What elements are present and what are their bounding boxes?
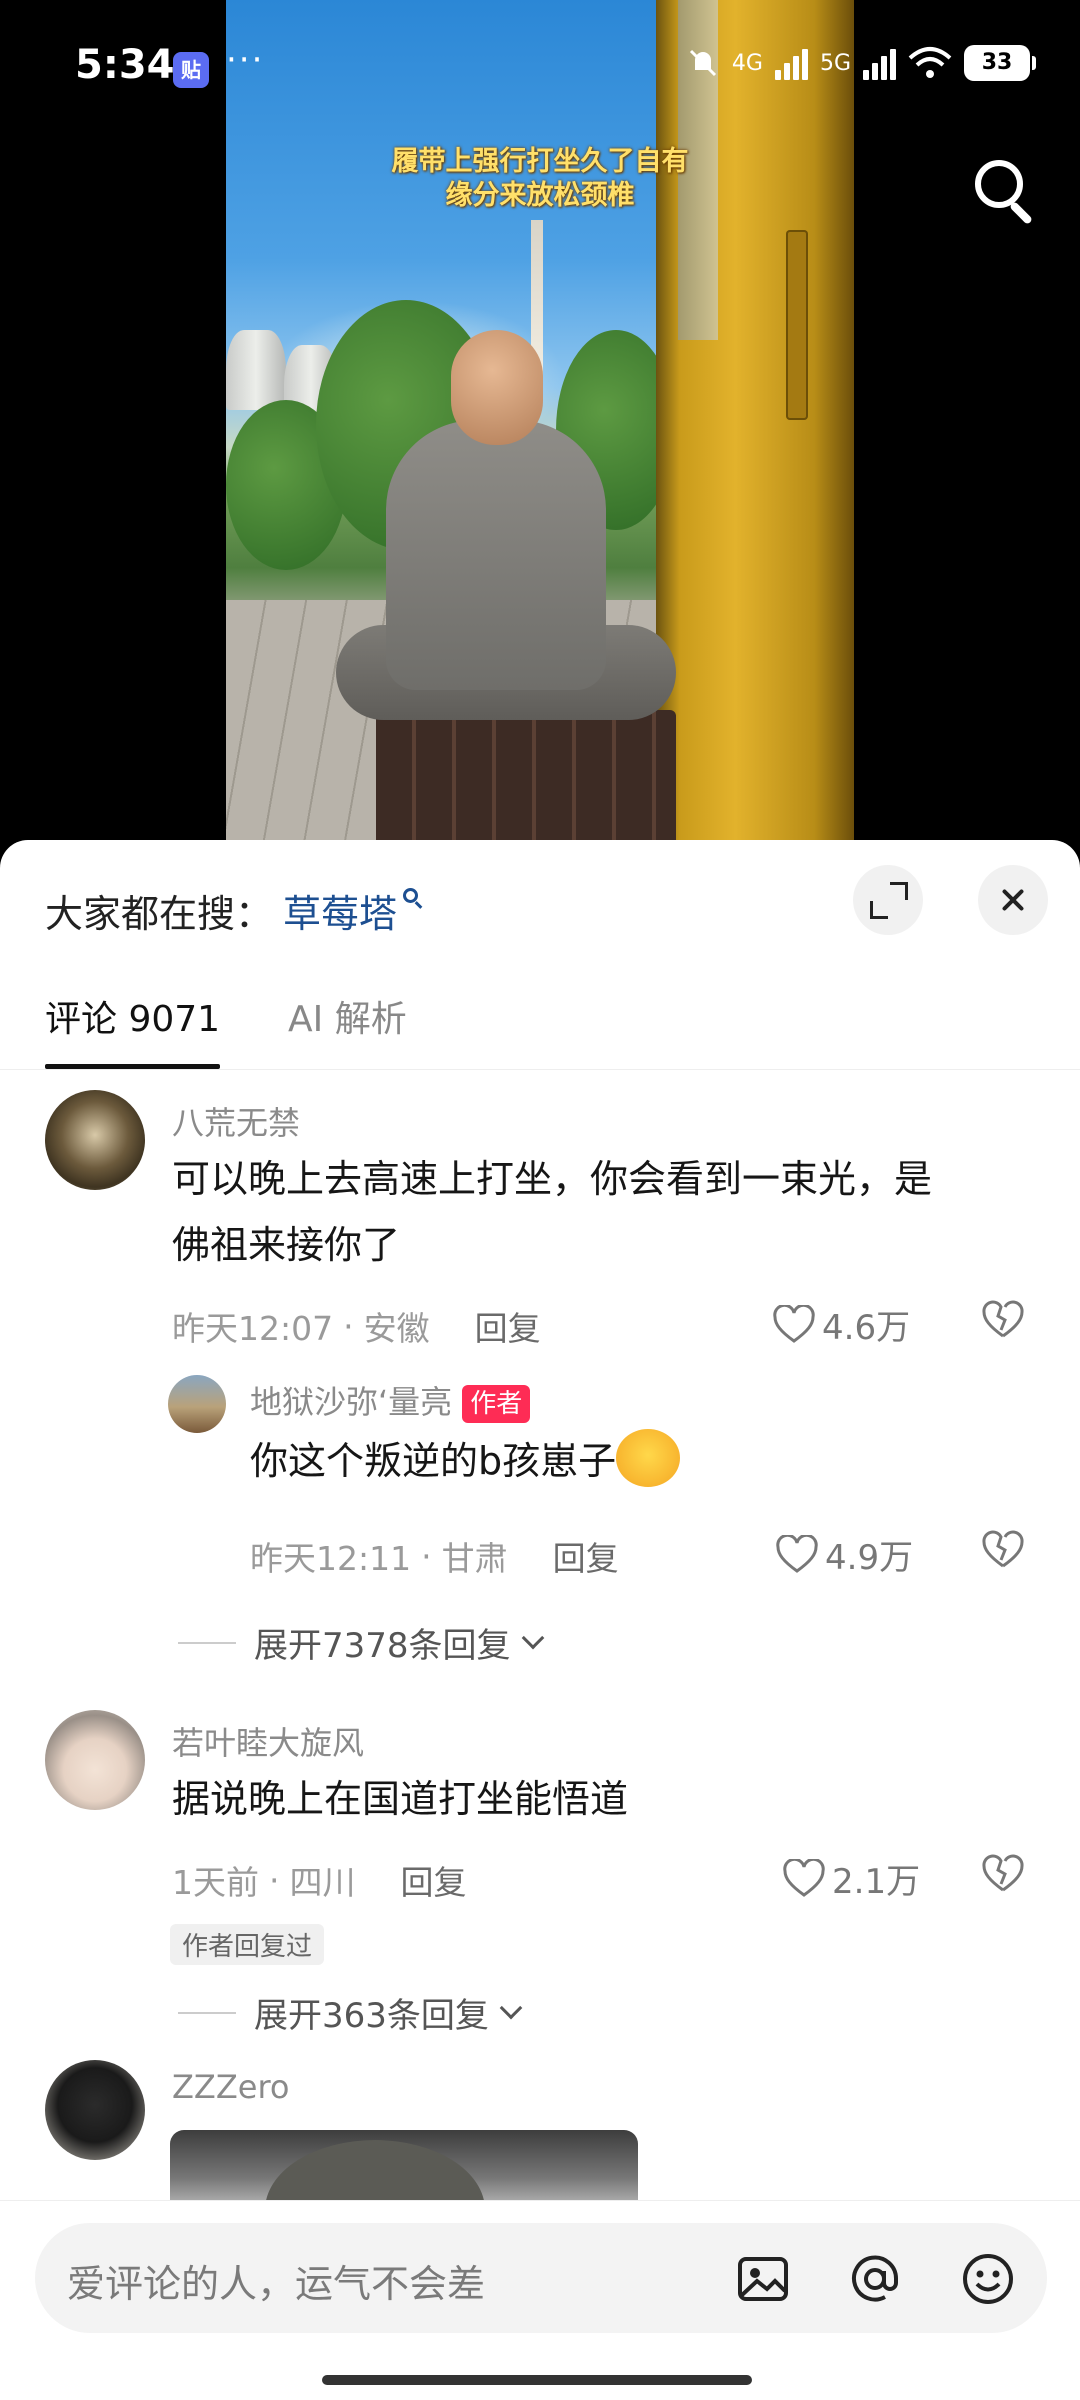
comment-username[interactable]: ZZZero xyxy=(172,2068,289,2106)
comment-text[interactable]: 据说晚上在国道打坐能悟道 xyxy=(172,1766,628,1832)
more-notifications-icon: ··· xyxy=(226,40,265,80)
tab-comments[interactable]: 评论 9071 xyxy=(45,990,220,1042)
signal-1-icon xyxy=(774,46,808,80)
reply-username[interactable]: 地狱沙弥‘量亮 作者 xyxy=(250,1377,531,1423)
like-count: 2.1万 xyxy=(832,1862,921,1902)
status-bar: 5:34 贴 ··· 4G 5G 33 xyxy=(0,0,1080,130)
comment-username[interactable]: 若叶睦大旋风 xyxy=(172,1718,364,1764)
heart-icon xyxy=(782,1858,826,1899)
like-count: 4.6万 xyxy=(822,1308,911,1348)
reply-location: 甘肃 xyxy=(441,1539,508,1578)
notification-app-icon: 贴 xyxy=(173,52,209,88)
comment-time: 1天前 xyxy=(172,1863,259,1902)
tab-ai-analysis[interactable]: AI 解析 xyxy=(288,990,407,1042)
search-icon xyxy=(403,888,423,912)
image-icon[interactable] xyxy=(735,2251,791,2307)
mute-icon xyxy=(689,49,716,77)
reply-time: 昨天12:11 xyxy=(250,1539,412,1578)
monk-figure xyxy=(451,330,543,445)
trending-search-label: 大家都在搜： xyxy=(45,891,274,936)
search-icon xyxy=(975,160,1023,208)
like-count: 4.9万 xyxy=(825,1538,914,1578)
comment-input-placeholder: 爱评论的人，运气不会差 xyxy=(67,2262,486,2306)
comment-tabs: 评论 9071 AI 解析 xyxy=(0,980,1080,1070)
comment-meta: 昨天12:07 · 安徽 回复 xyxy=(172,1302,541,1350)
comment-location: 四川 xyxy=(289,1863,356,1902)
comment-time: 昨天12:07 xyxy=(172,1309,334,1348)
comment-text[interactable]: 可以晚上去高速上打坐，你会看到一束光，是 佛祖来接你了 xyxy=(172,1146,932,1278)
trending-search[interactable]: 大家都在搜： 草莓塔 xyxy=(45,870,423,950)
reply-button[interactable]: 回复 xyxy=(475,1302,541,1350)
video-caption: 履带上强行打坐久了自有 缘分来放松颈椎 xyxy=(391,146,689,211)
like-button[interactable]: 4.6万 xyxy=(772,1300,910,1349)
reply-meta: 昨天12:11 · 甘肃 回复 xyxy=(250,1532,619,1580)
comment-meta: 1天前 · 四川 回复 xyxy=(172,1856,467,1904)
comment-input-bar: 爱评论的人，运气不会差 xyxy=(0,2200,1080,2400)
status-indicators: 4G 5G 33 xyxy=(686,45,1036,81)
broken-heart-icon xyxy=(982,1530,1024,1568)
chevron-down-icon xyxy=(499,1996,523,2019)
reply-text[interactable]: 你这个叛逆的b孩崽子 xyxy=(250,1428,681,1494)
network-5g-label: 5G xyxy=(819,50,851,76)
emoji-icon xyxy=(616,1428,681,1487)
expand-replies-button[interactable]: 展开7378条回复 xyxy=(178,1618,544,1667)
author-replied-badge: 作者回复过 xyxy=(170,1924,325,1965)
avatar[interactable] xyxy=(45,1090,145,1190)
avatar[interactable] xyxy=(168,1375,226,1433)
dislike-button[interactable] xyxy=(980,1528,1026,1572)
close-sheet-button[interactable] xyxy=(978,865,1048,935)
avatar[interactable] xyxy=(45,1710,145,1810)
status-time: 5:34 xyxy=(75,42,175,88)
avatar[interactable] xyxy=(45,2060,145,2160)
dislike-button[interactable] xyxy=(980,1298,1026,1342)
battery-icon: 33 xyxy=(964,45,1036,81)
trending-search-term[interactable]: 草莓塔 xyxy=(283,883,397,938)
chevron-down-icon xyxy=(521,1626,544,1649)
reply-button[interactable]: 回复 xyxy=(401,1856,467,1904)
expand-icon xyxy=(890,882,908,900)
home-indicator[interactable] xyxy=(322,2375,752,2385)
comment-image[interactable] xyxy=(170,2130,638,2210)
broken-heart-icon xyxy=(982,1300,1024,1338)
like-button[interactable]: 4.9万 xyxy=(775,1530,913,1579)
active-tab-indicator xyxy=(45,1064,220,1069)
like-button[interactable]: 2.1万 xyxy=(782,1854,920,1903)
emoji-icon[interactable] xyxy=(960,2251,1016,2307)
dislike-button[interactable] xyxy=(980,1852,1026,1896)
expand-sheet-button[interactable] xyxy=(853,865,923,935)
comment-username[interactable]: 八荒无禁 xyxy=(172,1098,300,1144)
comment-sheet: 大家都在搜： 草莓塔 评论 9071 AI 解析 八荒无禁 可以晚上去高速上打坐… xyxy=(0,840,1080,2400)
wifi-icon xyxy=(908,47,952,78)
author-badge: 作者 xyxy=(462,1385,531,1423)
expand-replies-button[interactable]: 展开363条回复 xyxy=(178,1988,523,2037)
network-4g-label: 4G xyxy=(731,50,763,76)
signal-2-icon xyxy=(863,46,896,80)
heart-icon xyxy=(775,1534,819,1575)
comment-input[interactable]: 爱评论的人，运气不会差 xyxy=(35,2223,1047,2333)
heart-icon xyxy=(772,1304,816,1345)
search-button[interactable] xyxy=(965,150,1045,230)
comment-location: 安徽 xyxy=(363,1309,430,1348)
reply-button[interactable]: 回复 xyxy=(553,1532,619,1580)
broken-heart-icon xyxy=(982,1854,1024,1892)
at-icon[interactable] xyxy=(847,2251,903,2307)
